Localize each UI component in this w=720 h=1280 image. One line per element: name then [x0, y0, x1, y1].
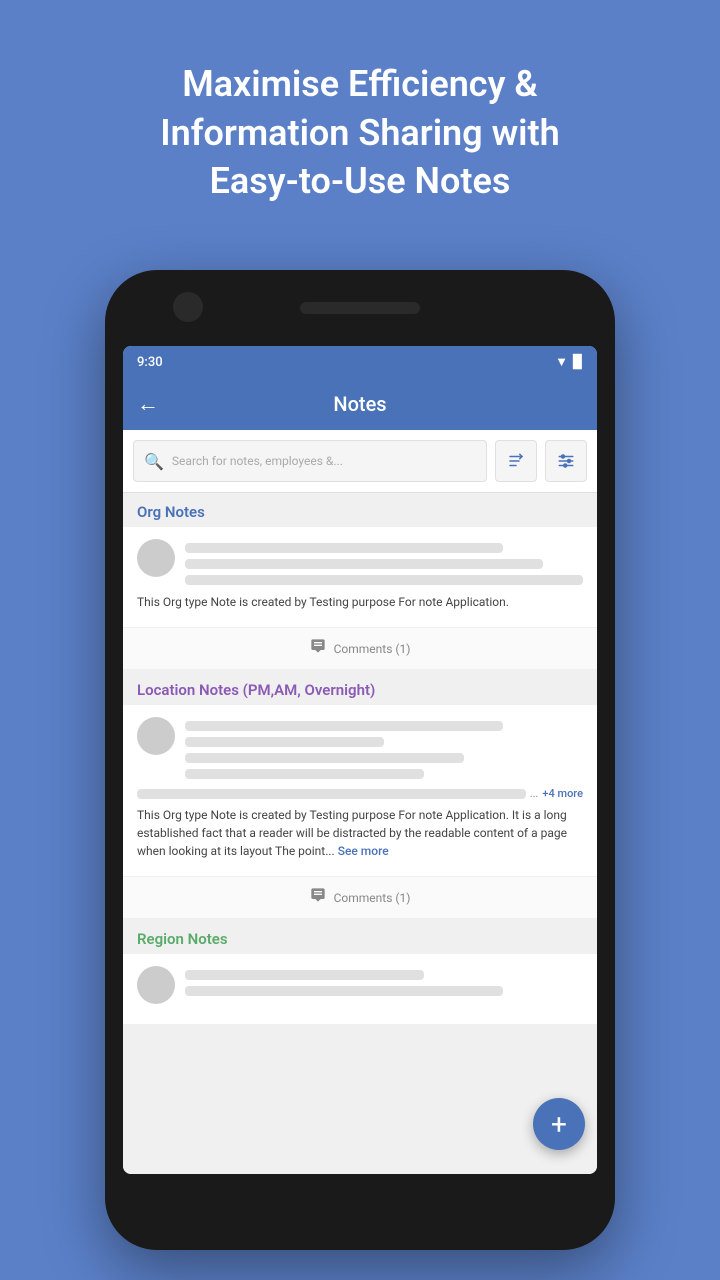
comments-row[interactable]: Comments (1): [123, 627, 597, 669]
comments-label: Comments (1): [334, 891, 411, 905]
status-icons: ▼ ▉: [555, 354, 583, 370]
avatar: [137, 539, 175, 577]
org-note-text: This Org type Note is created by Testing…: [137, 593, 583, 611]
app-bar: ← Notes: [123, 378, 597, 430]
skeleton-lines: [185, 717, 583, 779]
skeleton-line: [185, 753, 464, 763]
phone-mockup: 9:30 ▼ ▉ ← Notes 🔍 Search for notes, emp…: [105, 270, 615, 1250]
location-comments-row[interactable]: Comments (1): [123, 876, 597, 918]
back-button[interactable]: ←: [137, 391, 159, 417]
skeleton-line: [185, 543, 503, 553]
sort-button[interactable]: [495, 440, 537, 482]
avatar: [137, 717, 175, 755]
region-note-card: [123, 954, 597, 1024]
search-placeholder: Search for notes, employees &...: [172, 454, 343, 468]
app-bar-title: Notes: [171, 392, 549, 416]
search-area: 🔍 Search for notes, employees &...: [123, 430, 597, 493]
ellipsis: ...: [530, 787, 539, 800]
search-box[interactable]: 🔍 Search for notes, employees &...: [133, 440, 487, 482]
skeleton-line: [185, 559, 543, 569]
phone-screen: 9:30 ▼ ▉ ← Notes 🔍 Search for notes, emp…: [123, 346, 597, 1174]
skeleton-line: [185, 737, 384, 747]
skeleton-lines: [185, 539, 583, 585]
see-more-link[interactable]: See more: [338, 844, 389, 858]
location-note-text: This Org type Note is created by Testing…: [137, 806, 583, 860]
wifi-icon: ▼: [555, 354, 568, 370]
location-note-card: ... +4 more This Org type Note is create…: [123, 705, 597, 918]
region-notes-header: Region Notes: [123, 920, 597, 954]
skeleton-line: [185, 575, 583, 585]
notes-list[interactable]: Org Notes This Org type Note is created …: [123, 493, 597, 1174]
phone-camera: [173, 292, 203, 322]
avatar: [137, 966, 175, 1004]
org-note-card: This Org type Note is created by Testing…: [123, 527, 597, 669]
location-notes-header: Location Notes (PM,AM, Overnight): [123, 671, 597, 705]
more-link[interactable]: +4 more: [542, 787, 583, 800]
org-notes-header: Org Notes: [123, 493, 597, 527]
skeleton-lines: [185, 966, 583, 996]
skeleton-line: [185, 986, 503, 996]
status-time: 9:30: [137, 355, 163, 370]
skeleton-line: [137, 789, 526, 799]
status-bar: 9:30 ▼ ▉: [123, 346, 597, 378]
skeleton-line: [185, 970, 424, 980]
filter-button[interactable]: [545, 440, 587, 482]
hero-heading: Maximise Efficiency & Information Sharin…: [0, 0, 720, 236]
skeleton-line: [185, 769, 424, 779]
comment-icon: [310, 887, 326, 908]
comment-icon: [310, 638, 326, 659]
battery-icon: ▉: [573, 355, 583, 370]
comments-label: Comments (1): [334, 642, 411, 656]
skeleton-line: [185, 721, 503, 731]
phone-speaker: [300, 302, 420, 314]
search-icon: 🔍: [144, 452, 164, 471]
fab-add-button[interactable]: +: [533, 1098, 585, 1150]
